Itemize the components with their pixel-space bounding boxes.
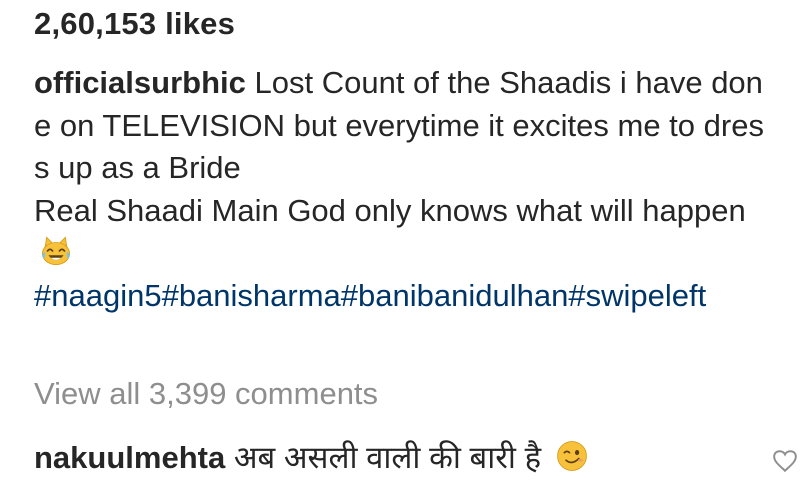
- post-caption: officialsurbhic Lost Count of the Shaadi…: [34, 62, 764, 317]
- view-all-comments-link[interactable]: View all 3,399 comments: [34, 372, 378, 416]
- winking-face-emoji: [556, 441, 587, 471]
- instagram-post-details: 2,60,153 likes officialsurbhic Lost Coun…: [34, 0, 794, 488]
- caption-username[interactable]: officialsurbhic: [34, 65, 246, 100]
- caption-line-2: Real Shaadi Main God only knows what wil…: [34, 192, 746, 228]
- comment-username[interactable]: nakuulmehta: [34, 440, 225, 475]
- likes-count[interactable]: 2,60,153 likes: [34, 2, 235, 46]
- comment-row: nakuulmehta अब असली वाली की बारी है: [34, 436, 734, 480]
- caption-hashtags[interactable]: #naagin5#banisharma#banibanidulhan#swipe…: [34, 278, 706, 313]
- comment-text: अब असली वाली की बारी है: [233, 440, 542, 475]
- joy-cat-emoji: [41, 236, 71, 266]
- like-heart-icon[interactable]: [772, 449, 798, 473]
